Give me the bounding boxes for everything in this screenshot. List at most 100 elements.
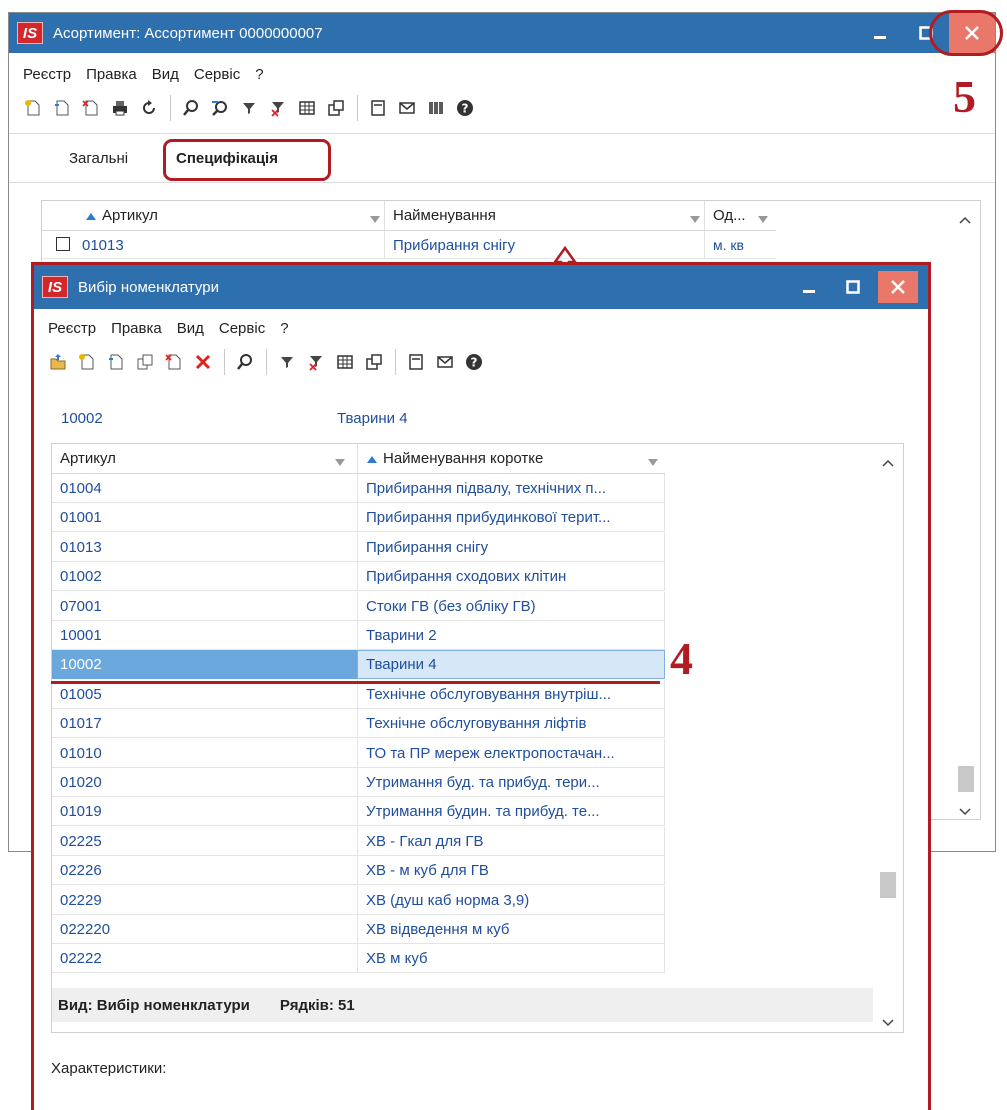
- table-row[interactable]: 01004 Прибирання підвалу, технічних п...: [52, 474, 665, 503]
- refresh-icon[interactable]: [135, 95, 162, 122]
- filter-article-icon[interactable]: [335, 454, 345, 471]
- filter-unit-icon[interactable]: [758, 211, 768, 228]
- menu-edit[interactable]: Правка: [86, 66, 137, 83]
- table-row[interactable]: 01019 Утримання будин. та прибуд. те...: [52, 797, 665, 827]
- table-row[interactable]: 01013 Прибирання снігу: [52, 532, 665, 562]
- duplicate-icon[interactable]: [131, 349, 158, 376]
- toolbar-separator: [224, 349, 225, 375]
- table-row-selected[interactable]: 10002 Тварини 4: [52, 650, 665, 680]
- table-row[interactable]: 02226 ХВ - м куб для ГВ: [52, 856, 665, 886]
- menu-registry[interactable]: Реєстр: [23, 66, 71, 83]
- menu-service[interactable]: Сервіс: [194, 66, 240, 83]
- step-4-label: 4: [670, 633, 693, 684]
- help-icon[interactable]: ?: [460, 349, 487, 376]
- table-row[interactable]: 01002 Прибирання сходових клітин: [52, 562, 665, 592]
- row-unit: м. кв: [704, 231, 774, 259]
- menu-service[interactable]: Сервіс: [219, 320, 265, 337]
- scroll-thumb[interactable]: [958, 766, 974, 792]
- scroll-up-icon[interactable]: [959, 211, 971, 228]
- main-menubar: Реєстр Правка Вид Сервіс ?: [9, 59, 995, 89]
- table-row[interactable]: 10001 Тварини 2: [52, 621, 665, 650]
- scroll-thumb[interactable]: [880, 872, 896, 898]
- filter-icon[interactable]: [273, 349, 300, 376]
- clear-filter-icon[interactable]: [302, 349, 329, 376]
- row-short-name: Тварини 2: [357, 621, 665, 650]
- dialog-window: IS Вибір номенклатури Реєстр Правка Вид …: [31, 262, 931, 1110]
- dialog-logo: IS: [42, 276, 68, 298]
- grid-icon[interactable]: [293, 95, 320, 122]
- tab-general[interactable]: Загальні: [69, 150, 128, 167]
- main-grid-scrollbar[interactable]: [950, 201, 980, 819]
- table-row[interactable]: 02225 ХВ - Гкал для ГВ: [52, 826, 665, 856]
- column-header-unit[interactable]: Од...: [704, 201, 764, 230]
- mail-icon[interactable]: [393, 95, 420, 122]
- table-row[interactable]: 07001 Стоки ГВ (без обліку ГВ): [52, 591, 665, 621]
- barcode-icon[interactable]: [422, 95, 449, 122]
- folder-up-icon[interactable]: [44, 349, 71, 376]
- sort-asc-icon: [86, 212, 96, 220]
- close-icon: [891, 280, 905, 294]
- export-icon[interactable]: [360, 349, 387, 376]
- minimize-button[interactable]: [857, 13, 903, 53]
- table-row[interactable]: 01005 Технічне обслуговування внутріш...: [52, 679, 665, 709]
- menu-help[interactable]: ?: [255, 66, 263, 83]
- row-short-name: ХВ (душ каб норма 3,9): [357, 885, 665, 915]
- table-row[interactable]: 01013 Прибирання снігу м. кв: [42, 231, 776, 259]
- row-short-name: Утримання будин. та прибуд. те...: [357, 797, 665, 827]
- copy-doc-icon[interactable]: [102, 349, 129, 376]
- find-icon[interactable]: [177, 95, 204, 122]
- filter-name-icon[interactable]: [690, 211, 700, 228]
- column-header-short-name[interactable]: Найменування коротке: [357, 444, 657, 473]
- row-article: 02222: [60, 950, 102, 968]
- main-titlebar[interactable]: IS Асортимент: Ассортимент 0000000007: [9, 13, 995, 53]
- delete-icon[interactable]: [189, 349, 216, 376]
- export-icon[interactable]: [322, 95, 349, 122]
- app-logo: IS: [17, 22, 43, 44]
- row-checkbox[interactable]: [56, 237, 70, 251]
- form-icon[interactable]: [402, 349, 429, 376]
- new-doc-icon[interactable]: [19, 95, 46, 122]
- table-row[interactable]: 02229 ХВ (душ каб норма 3,9): [52, 885, 665, 915]
- table-row[interactable]: 01017 Технічне обслуговування ліфтів: [52, 709, 665, 739]
- menu-registry[interactable]: Реєстр: [48, 320, 96, 337]
- column-header-article[interactable]: Артикул: [52, 444, 342, 473]
- delete-doc-icon[interactable]: [77, 95, 104, 122]
- sort-asc-icon: [367, 455, 377, 463]
- svg-text:?: ?: [461, 102, 468, 116]
- delete-doc-icon[interactable]: [160, 349, 187, 376]
- table-row[interactable]: 01010 ТО та ПР мереж електропостачан...: [52, 738, 665, 768]
- grid-icon[interactable]: [331, 349, 358, 376]
- find-next-icon[interactable]: [206, 95, 233, 122]
- menu-edit[interactable]: Правка: [111, 320, 162, 337]
- header-short-name-label: Найменування коротке: [383, 450, 544, 467]
- new-doc-icon[interactable]: [73, 349, 100, 376]
- clear-filter-icon[interactable]: [264, 95, 291, 122]
- scroll-down-icon[interactable]: [882, 1014, 894, 1031]
- dialog-maximize-button[interactable]: [830, 265, 876, 309]
- column-header-name[interactable]: Найменування: [384, 201, 684, 230]
- menu-view[interactable]: Вид: [177, 320, 204, 337]
- menu-help[interactable]: ?: [280, 320, 288, 337]
- find-icon[interactable]: [231, 349, 258, 376]
- menu-view[interactable]: Вид: [152, 66, 179, 83]
- dialog-minimize-button[interactable]: [786, 265, 832, 309]
- filter-name-icon[interactable]: [648, 454, 658, 471]
- scroll-down-icon[interactable]: [959, 803, 971, 820]
- filter-article-icon[interactable]: [370, 211, 380, 228]
- table-row[interactable]: 01001 Прибирання прибудинкової терит...: [52, 503, 665, 533]
- copy-doc-icon[interactable]: [48, 95, 75, 122]
- filter-icon[interactable]: [235, 95, 262, 122]
- help-icon[interactable]: ?: [451, 95, 478, 122]
- mail-icon[interactable]: [431, 349, 458, 376]
- print-icon[interactable]: [106, 95, 133, 122]
- column-header-article[interactable]: Артикул: [77, 201, 367, 230]
- form-icon[interactable]: [364, 95, 391, 122]
- row-article: 07001: [60, 597, 102, 615]
- table-row[interactable]: 01020 Утримання буд. та прибуд. тери...: [52, 768, 665, 797]
- dialog-grid-scrollbar[interactable]: [873, 444, 903, 1032]
- dialog-titlebar[interactable]: IS Вибір номенклатури: [34, 265, 928, 309]
- scroll-up-icon[interactable]: [882, 454, 894, 471]
- table-row[interactable]: 022220 ХВ відведення м куб: [52, 915, 665, 944]
- dialog-close-button[interactable]: [878, 271, 918, 303]
- table-row[interactable]: 02222 ХВ м куб: [52, 944, 665, 974]
